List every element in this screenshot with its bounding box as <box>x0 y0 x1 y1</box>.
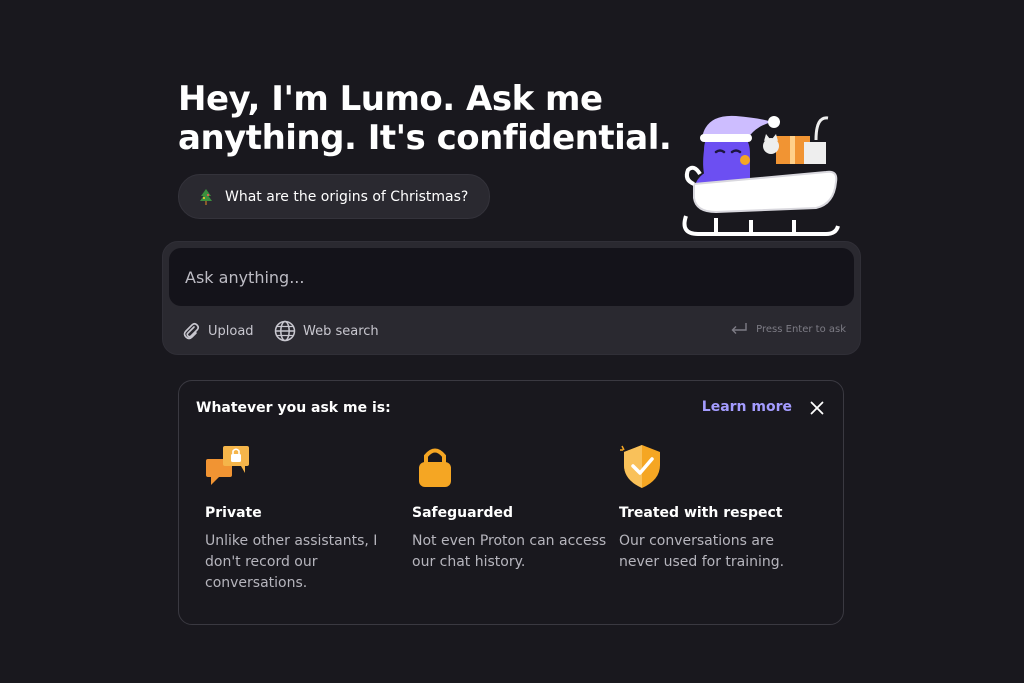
feature-private: Private Unlike other assistants, I don't… <box>205 443 405 594</box>
suggestion-chip[interactable]: What are the origins of Christmas? <box>178 174 490 219</box>
suggestion-label: What are the origins of Christmas? <box>225 188 469 205</box>
upload-button[interactable]: Upload <box>181 320 254 342</box>
upload-label: Upload <box>208 323 254 339</box>
feature-safeguarded: Safeguarded Not even Proton can access o… <box>412 443 612 573</box>
feature-title: Private <box>205 505 262 521</box>
lumo-home: Hey, I'm Lumo. Ask me anything. It's con… <box>0 0 1024 683</box>
feature-title: Treated with respect <box>619 505 783 521</box>
feature-respect: Treated with respect Our conversations a… <box>619 443 819 573</box>
enter-hint: Press Enter to ask <box>730 322 846 336</box>
learn-more-link[interactable]: Learn more <box>702 399 792 415</box>
shield-check-icon <box>620 445 660 488</box>
chat-input[interactable] <box>169 248 854 306</box>
feature-title: Safeguarded <box>412 505 513 521</box>
info-card-title: Whatever you ask me is: <box>196 400 391 416</box>
feature-description: Our conversations are never used for tra… <box>619 533 785 570</box>
padlock-icon <box>419 448 451 487</box>
chat-bubbles-lock-icon <box>206 446 249 485</box>
chat-composer: Upload Web search Press Enter to ask <box>162 241 861 355</box>
feature-description: Unlike other assistants, I don't record … <box>205 533 378 591</box>
paperclip-icon <box>183 322 200 340</box>
globe-icon <box>274 320 296 342</box>
web-search-button[interactable]: Web search <box>274 320 379 342</box>
christmas-tree-icon <box>200 188 212 205</box>
enter-key-icon <box>731 323 747 334</box>
info-card: Whatever you ask me is: Learn more Priva… <box>178 380 844 625</box>
lumo-sleigh-illustration <box>682 115 840 236</box>
enter-hint-label: Press Enter to ask <box>756 323 846 335</box>
title-line-1: Hey, I'm Lumo. Ask me <box>178 79 603 119</box>
web-search-label: Web search <box>303 323 379 339</box>
close-icon[interactable] <box>809 400 825 416</box>
title-line-2: anything. It's confidential. <box>178 118 672 158</box>
feature-description: Not even Proton can access our chat hist… <box>412 533 607 570</box>
page-title: Hey, I'm Lumo. Ask me anything. It's con… <box>178 80 678 158</box>
